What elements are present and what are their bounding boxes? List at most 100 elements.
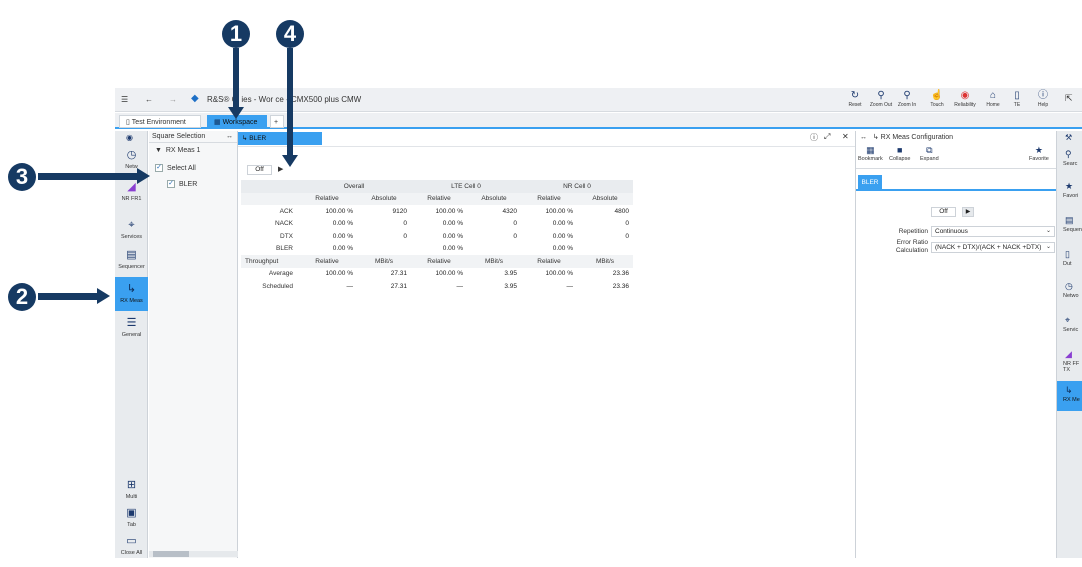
tree-group[interactable]: ▼ RX Meas 1 [155,147,200,154]
help-icon[interactable]: ⓘ [810,132,818,143]
rnav-services[interactable]: ⌖ Servic [1057,311,1082,341]
services-icon: ⌖ [1065,315,1071,325]
rnav-search[interactable]: ⚲ Searc [1057,145,1082,175]
bookmark-button[interactable]: ▦ Bookmark [858,145,883,162]
nav-rx-meas[interactable]: ↳ RX Meas [115,277,148,311]
title-bar: ☰ ← → ◆ R&S® Cl ies - Wor ce - CMX500 pl… [115,88,1082,112]
callout-4-arrow [282,48,298,167]
throughput-header-row: Throughput Relative MBit/s Relative MBit… [241,255,633,268]
collapse-button[interactable]: ■ Collapse [889,145,910,162]
rx-meas-icon: ↳ [1065,385,1073,395]
expand-button[interactable]: ⧉ Expand [920,145,939,162]
column-header: NR Cell 0 [521,180,633,193]
window-title: R&S® Cl ies - Wor ce - CMX500 plus CMW [207,95,362,104]
bler-checkbox[interactable]: ✓ BLER [167,180,197,188]
rnav-network[interactable]: ◷ Netwo [1057,277,1082,307]
rnav-rx-meas[interactable]: ↳ RX Me [1057,381,1082,411]
close-all-icon: ▭ [126,535,137,547]
workspace-tabs: ▯ Test Environment ▦ Workspace + [115,113,1082,129]
config-tabs: BLER [856,175,1057,191]
rnav-sequencer[interactable]: ▤ Sequen [1057,211,1082,241]
fullscreen-icon[interactable]: ⇱ [1065,93,1073,104]
callout-2-arrow [38,288,110,304]
callout-3: 3 [8,163,36,191]
reliability-icon: ◉ [960,90,970,101]
tab-test-environment[interactable]: ▯ Test Environment [119,115,201,128]
config-off-toggle[interactable]: Off [931,207,956,217]
te-button[interactable]: ▯ TE [1003,90,1031,108]
rnav-dut[interactable]: ▯ Dut [1057,245,1082,275]
dut-icon: ▯ [1065,249,1070,259]
table-row: Scheduled —27.31 —3.95 —23.36 [262,282,629,290]
callout-2: 2 [8,283,36,311]
error-ratio-label: Error Ratio Calculation [895,239,928,254]
rx-meas-configuration-panel: ↔ ↳ RX Meas Configuration ▦ Bookmark ■ Col… [855,131,1057,558]
expand-icon: ⧉ [926,145,933,155]
tab-bler-config[interactable]: BLER [858,175,882,191]
back-icon[interactable]: ← [145,95,153,104]
table-row: ACK 100.00 % 9120 100.00 % 4320 100.00 % 48… [279,207,629,215]
close-icon[interactable]: ✕ [842,132,849,141]
chevron-down-icon: ⌄ [1045,228,1051,234]
forward-icon[interactable]: → [169,95,177,104]
zoom-out-button[interactable]: ⚲ Zoom Out [867,90,895,108]
nr-fr1-icon: ◢ [1065,349,1072,359]
table-row: BLER 0.00 % 0.00 % 0.00 % [276,245,573,253]
off-toggle-button[interactable]: Off [247,165,272,175]
star-icon: ★ [1065,181,1074,191]
favorite-button[interactable]: ★ Favorite [1029,145,1049,162]
repetition-select[interactable]: Continuous ⌄ [931,226,1055,237]
touch-button[interactable]: ☝ Touch [923,90,951,108]
bookmark-icon: ▦ [866,145,875,155]
tab-bler[interactable]: ↳ BLER [238,132,322,145]
error-ratio-select[interactable]: (NACK + DTX)/(ACK + NACK +DTX) ⌄ [931,242,1055,253]
square-selection-header: Square Selection ↔ [149,131,237,143]
help-icon: ⓘ [1038,90,1048,101]
hamburger-menu-icon[interactable]: ☰ [121,95,128,104]
square-selection-panel: Square Selection ↔ ▼ RX Meas 1 ✓ Select Al… [149,131,238,558]
checkmark-icon: ✓ [167,180,175,188]
collapse-panel-icon[interactable]: ↔ [860,134,873,141]
touch-icon: ☝ [930,90,944,101]
callout-3-arrow [38,168,150,184]
horizontal-scrollbar[interactable] [149,551,238,557]
collapse-icon: ■ [896,145,903,155]
nav-sequencer[interactable]: ▤ Sequencer [115,243,148,281]
column-header: LTE Cell 0 [411,180,521,193]
add-tab-button[interactable]: + [270,115,284,128]
eye-icon[interactable]: ◉ [126,133,133,142]
network-icon: ◷ [126,149,137,161]
nav-general[interactable]: ☰ General [115,311,148,349]
callout-1-arrow [228,48,244,119]
tab-icon: ▣ [126,507,137,519]
reset-button[interactable]: ↻ Reset [841,90,869,108]
wrench-icon[interactable]: ⚒ [1065,133,1072,142]
help-button[interactable]: ⓘ Help [1029,90,1057,108]
table-header-row: Overall LTE Cell 0 NR Cell 0 [241,180,633,193]
left-navigation: ◉ ◷ Netw ◢ NR FR1 ⌖ Services ▤ Sequencer ↳ RX… [115,131,148,558]
rnav-nr-fr1[interactable]: ◢ NR FF TX [1057,345,1082,381]
maximize-icon[interactable]: ⤢ [824,132,830,142]
reset-icon: ↻ [850,90,860,101]
rs-logo-icon: ◆ [191,93,199,104]
play-icon[interactable]: ▶ [962,207,974,217]
table-row: Average 100.00 % 27.31 100.00 % 3.95 100.0… [268,270,629,278]
rx-meas-icon: ↳ [126,283,137,295]
network-icon: ◷ [1065,281,1073,291]
zoom-out-icon: ⚲ [877,90,885,101]
favorite-star-icon: ★ [1034,145,1043,155]
table-row: NACK 0.00 % 0 0.00 % 0 0.00 % 0 [274,220,629,228]
reliability-button[interactable]: ◉ Reliability [951,90,979,108]
sequencer-icon: ▤ [1065,215,1074,225]
chevron-down-icon: ⌄ [1045,244,1051,250]
rnav-favorites[interactable]: ★ Favori [1057,177,1082,207]
divider [238,146,855,147]
rx-meas-icon: ↳ [872,134,881,141]
nav-close-all[interactable]: ▭ Close All [115,529,148,567]
zoom-in-button[interactable]: ⚲ Zoom In [893,90,921,108]
repetition-label: Repetition [898,228,928,235]
collapse-panel-icon[interactable]: ↔ [226,131,233,143]
bler-measurement-panel: ↳ BLER ⓘ ⤢ ✕ Off ▶ Overall LTE Cell 0 NR… [238,131,855,558]
select-all-checkbox[interactable]: ✓ Select All [155,164,196,172]
chevron-down-icon: ▼ [155,147,166,154]
